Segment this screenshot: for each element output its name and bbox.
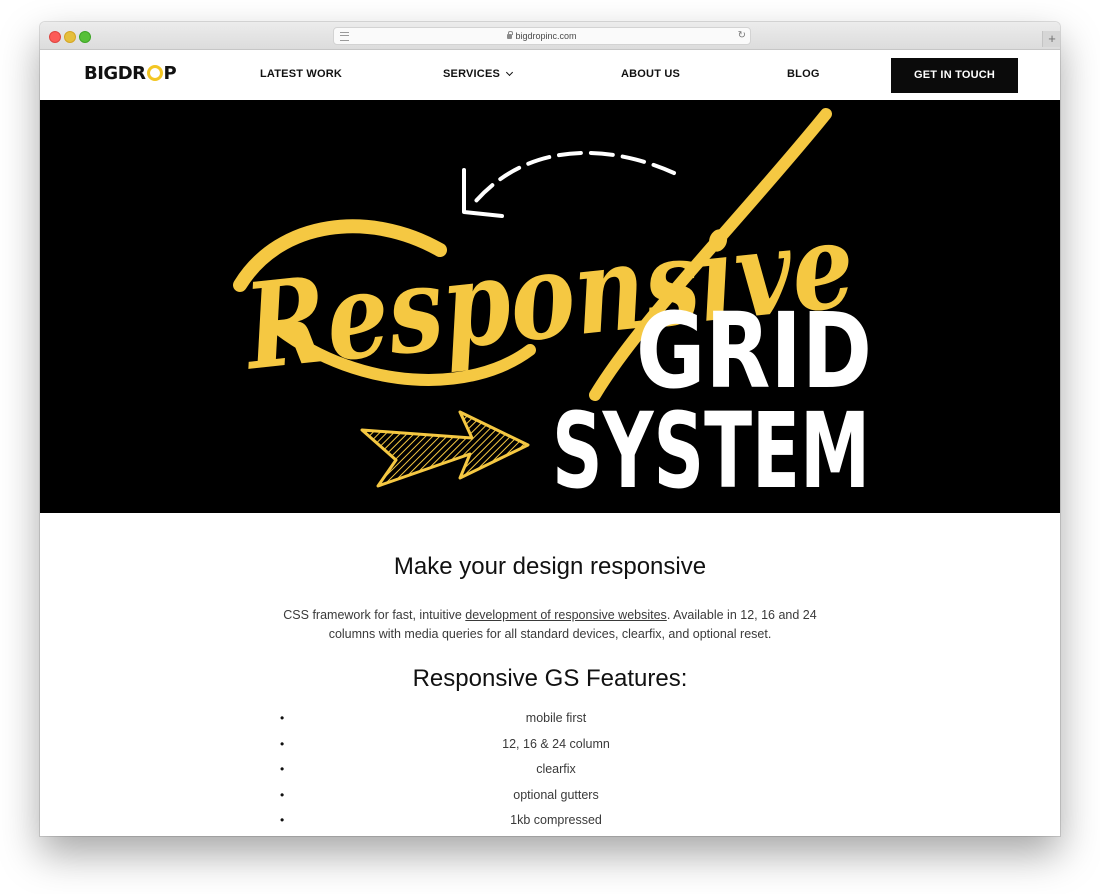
- hero-system-text: SYSTEM: [552, 390, 870, 512]
- get-in-touch-button[interactable]: GET IN TOUCH: [891, 58, 1018, 93]
- url-text: bigdropinc.com: [515, 31, 577, 41]
- features-list: mobile first 12, 16 & 24 column clearfix…: [280, 709, 832, 836]
- hatched-arrow-icon: [360, 410, 530, 488]
- nav-about-us[interactable]: ABOUT US: [621, 68, 680, 80]
- feature-item: 1kb compressed: [280, 811, 832, 836]
- browser-window: bigdropinc.com ↻ + BIGDR P LATEST WORK SE…: [40, 22, 1060, 836]
- reader-menu-icon[interactable]: [340, 32, 349, 41]
- site-navigation: BIGDR P LATEST WORK SERVICES ABOUT US BLO…: [40, 50, 1060, 101]
- feature-item: 12, 16 & 24 column: [280, 735, 832, 761]
- hero-artwork: Responsive GRID SYSTEM: [233, 108, 872, 512]
- dashed-curve-arrow: [468, 150, 676, 210]
- new-tab-button[interactable]: +: [1042, 31, 1060, 47]
- nav-latest-work[interactable]: LATEST WORK: [260, 68, 342, 80]
- bigdrop-logo[interactable]: BIGDR P: [84, 63, 177, 84]
- zoom-window-button[interactable]: [79, 31, 91, 43]
- reload-icon[interactable]: ↻: [738, 30, 746, 42]
- features-heading: Responsive GS Features:: [412, 665, 688, 692]
- section-heading: Make your design responsive: [393, 553, 707, 580]
- nav-blog[interactable]: BLOG: [787, 68, 820, 80]
- logo-text-end: P: [163, 63, 177, 84]
- feature-item: clearfix: [280, 760, 832, 786]
- address-bar[interactable]: bigdropinc.com ↻: [333, 27, 751, 45]
- feature-item: mobile first: [280, 709, 832, 735]
- nav-services-label: SERVICES: [443, 68, 501, 80]
- lock-icon: [507, 31, 513, 39]
- main-content: Make your design responsive CSS framewor…: [40, 513, 1060, 836]
- nav-services[interactable]: SERVICES: [443, 68, 514, 80]
- close-window-button[interactable]: [49, 31, 61, 43]
- logo-ring-icon: [146, 65, 163, 81]
- hero-banner: Responsive GRID SYSTEM: [40, 100, 1060, 513]
- responsive-websites-link[interactable]: development of responsive websites: [465, 608, 667, 622]
- logo-text-start: BIGDR: [84, 63, 146, 84]
- minimize-window-button[interactable]: [64, 31, 76, 43]
- intro-paragraph: CSS framework for fast, intuitive develo…: [270, 606, 830, 644]
- browser-titlebar: bigdropinc.com ↻ +: [40, 22, 1060, 50]
- feature-item: optional gutters: [280, 786, 832, 812]
- chevron-down-icon: [505, 68, 514, 77]
- intro-text-start: CSS framework for fast, intuitive: [283, 608, 466, 622]
